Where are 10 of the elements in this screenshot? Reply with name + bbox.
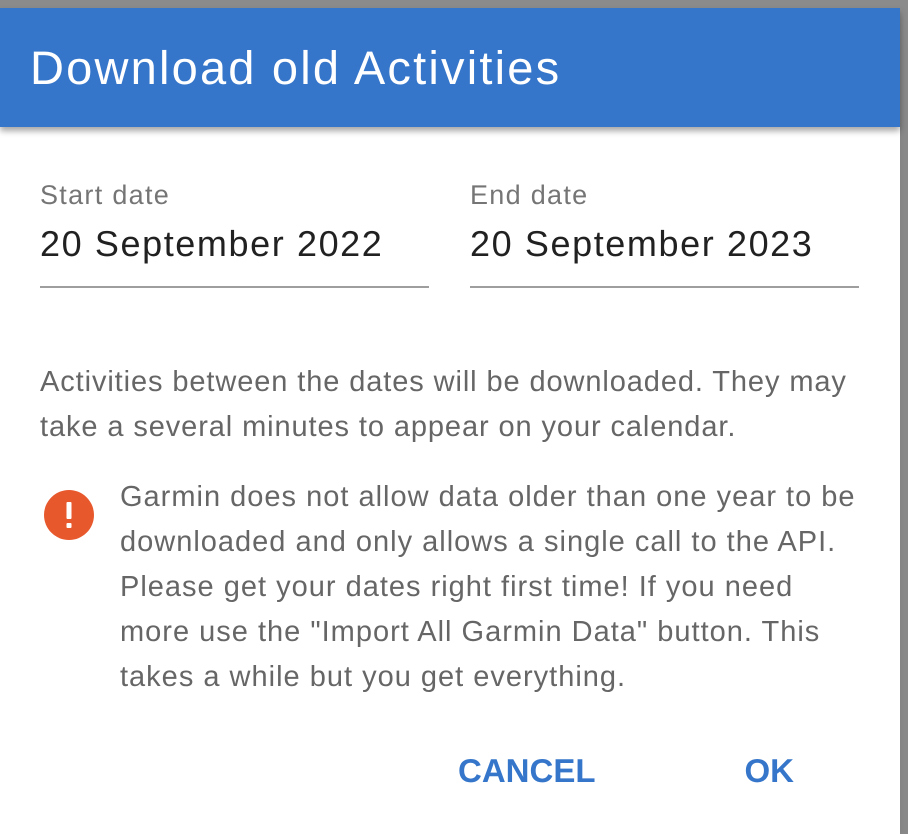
field-label: Start date <box>40 179 170 212</box>
field-label: End date <box>470 179 588 212</box>
dialog-button[interactable]: OK <box>728 743 810 799</box>
warning-text: Garmin does not allow data older than one year to be downloaded and only allows a single call to the API. Please get your dates right first time! If you need more use the "Import All Garmin Data" button. This takes a while but you get everything. <box>120 480 857 695</box>
warning-icon <box>44 490 94 540</box>
date-field[interactable]: 20 September 2023 <box>470 223 859 288</box>
date-field[interactable]: 20 September 2022 <box>40 223 429 288</box>
info-text: Activities between the dates will be downloaded. They may take a several minutes to appear on your calendar. <box>40 365 848 445</box>
dialog-title: Download old Activities <box>30 40 562 96</box>
dialog-button[interactable]: CANCEL <box>442 743 612 799</box>
